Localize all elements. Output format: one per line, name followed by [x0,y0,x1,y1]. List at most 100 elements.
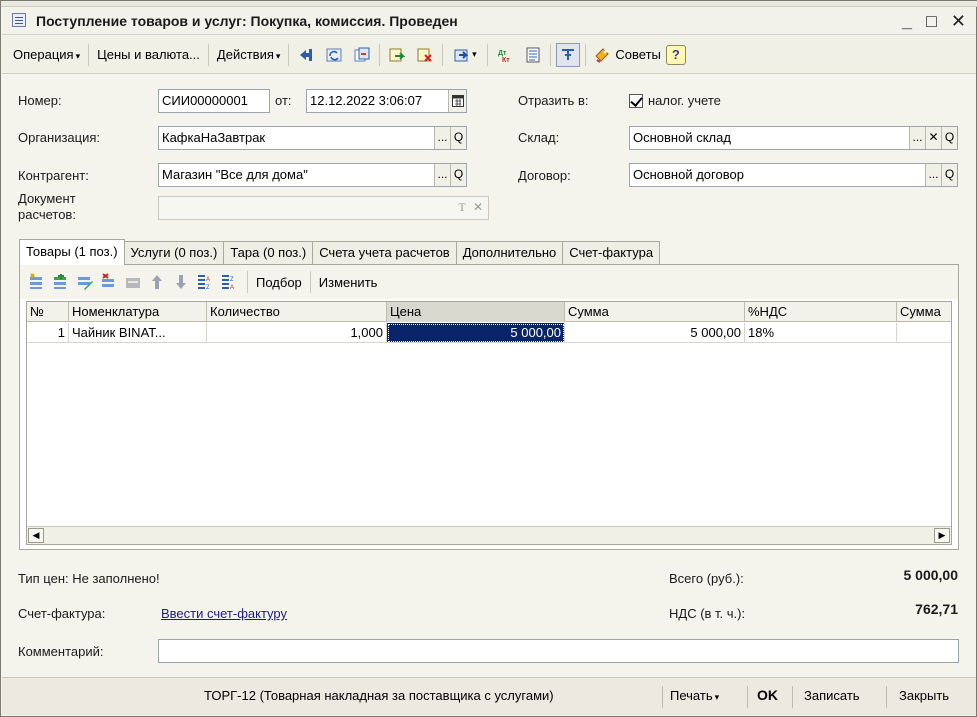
horizontal-scrollbar[interactable]: ◀ ▶ [27,526,951,544]
svg-text:Z: Z [206,285,210,291]
toolbar-separator [88,43,90,66]
calendar-button[interactable] [448,90,466,112]
cell-number[interactable]: 1 [27,323,69,343]
search-icon[interactable]: Q [941,127,957,149]
search-icon[interactable]: Q [941,164,957,186]
move-down-icon[interactable] [172,273,190,291]
help-button[interactable]: ? [665,44,686,65]
cell-quantity[interactable]: 1,000 [207,323,387,343]
toolbar-separator [288,43,290,66]
goods-table: № Номенклатура Количество Цена Сумма %НД… [26,301,952,545]
tab-5[interactable]: Счет-фактура [562,241,661,265]
unpost-document-button[interactable] [413,43,437,67]
cell-vat-rate[interactable]: 18% [745,323,897,343]
scroll-left-icon[interactable]: ◀ [28,528,44,543]
enter-invoice-link[interactable]: Ввести счет-фактуру [161,606,287,621]
organization-select-button[interactable]: ... [434,127,450,149]
comment-label: Комментарий: [18,644,104,659]
ok-button[interactable]: OK [757,687,778,703]
organization-field[interactable]: КафкаНаЗавтрак ... Q [158,126,467,150]
number-field[interactable]: СИИ00000001 [158,89,270,113]
minimize-button[interactable]: _ [902,9,912,33]
organization-value: КафкаНаЗавтрак [162,130,266,145]
warehouse-select-button[interactable]: ... [909,127,925,149]
cell-price[interactable]: 5 000,00 [387,323,565,343]
search-icon[interactable]: Q [450,164,466,186]
cell-item[interactable]: Чайник BINAT... [69,323,207,343]
close-form-button[interactable]: Закрыть [899,688,949,703]
date-field[interactable]: 12.12.2022 3:06:07 [306,89,467,113]
date-label: от: [275,93,292,108]
copy-document-button[interactable] [350,43,374,67]
torg12-print-button[interactable]: ТОРГ-12 (Товарная накладная за поставщик… [204,688,554,703]
counterparty-label: Контрагент: [18,168,89,183]
move-up-icon[interactable] [148,273,166,291]
tax-accounting-checkbox[interactable] [629,94,643,108]
show-postings-button[interactable]: Дт Кт [493,43,517,67]
structure-button[interactable] [521,43,545,67]
column-header-item[interactable]: Номенклатура [69,302,207,322]
close-button[interactable]: ✕ [951,9,966,33]
operation-menu-button[interactable]: Операция ▾ [8,42,85,68]
table-toolbar: AZ ZA Подбор Изменить [20,265,958,299]
svg-text:Дт: Дт [498,50,507,57]
clear-icon[interactable]: ✕ [470,197,486,219]
counterparty-field[interactable]: Магазин "Все для дома" ... Q [158,163,467,187]
enter-on-basis-button[interactable] [294,43,318,67]
counterparty-select-button[interactable]: ... [434,164,450,186]
column-header-vat-rate[interactable]: %НДС [745,302,897,322]
toolbar-separator [309,271,311,293]
comment-field[interactable] [158,639,959,663]
type-icon[interactable]: T [454,197,470,219]
change-button[interactable]: Изменить [314,275,383,290]
clear-icon[interactable]: ✕ [925,127,941,149]
subordinate-button[interactable] [556,42,581,67]
search-icon[interactable]: Q [450,127,466,149]
warehouse-field[interactable]: Основной склад ... ✕ Q [629,126,958,150]
edit-row-icon[interactable] [76,273,94,291]
scroll-right-icon[interactable]: ▶ [934,528,950,543]
vat-label: НДС (в т. ч.): [669,606,746,621]
tab-2[interactable]: Тара (0 поз.) [223,241,314,265]
tips-button[interactable]: Советы [589,42,665,68]
bottom-bar: ТОРГ-12 (Товарная накладная за поставщик… [2,677,976,715]
maximize-button[interactable]: □ [926,9,937,33]
toolbar-separator [442,43,444,66]
sort-descending-icon[interactable]: ZA [220,273,238,291]
actions-menu-button[interactable]: Действия ▾ [212,42,286,68]
column-header-quantity[interactable]: Количество [207,302,387,322]
tab-3[interactable]: Счета учета расчетов [312,241,457,265]
refresh-button[interactable] [322,43,346,67]
settlement-doc-field[interactable]: T ✕ [158,196,489,220]
tab-4[interactable]: Дополнительно [455,241,564,265]
table-header: № Номенклатура Количество Цена Сумма %НД… [27,302,951,322]
contract-field[interactable]: Основной договор ... Q [629,163,958,187]
pick-button[interactable]: Подбор [251,275,307,290]
column-header-vat-sum[interactable]: Сумма [897,302,951,322]
delete-row-icon[interactable] [100,273,118,291]
debit-credit-icon: ДтКт [498,50,510,63]
print-menu-button[interactable]: Печать ▾ [670,688,719,703]
cell-sum[interactable]: 5 000,00 [565,323,745,343]
add-row-icon[interactable] [28,273,46,291]
svg-text:Z: Z [230,277,234,283]
column-header-price[interactable]: Цена [387,302,565,322]
toolbar-separator [247,271,248,293]
column-header-number[interactable]: № [27,302,69,322]
tab-0[interactable]: Товары (1 поз.) [19,239,125,265]
contract-select-button[interactable]: ... [925,164,941,186]
sort-ascending-icon[interactable]: AZ [196,273,214,291]
svg-text:A: A [230,285,234,291]
cell-vat-sum[interactable] [897,323,951,343]
tab-1[interactable]: Услуги (0 поз.) [123,241,225,265]
save-button[interactable]: Записать [804,688,860,703]
prices-currency-button[interactable]: Цены и валюта... [92,42,205,68]
go-to-button[interactable]: ▾ [448,43,482,67]
date-value: 12.12.2022 3:06:07 [310,93,423,108]
table-row[interactable]: 1 Чайник BINAT... 1,000 5 000,00 5 000,0… [27,323,951,343]
post-icon [389,48,406,61]
chevron-down-icon: ▾ [275,50,281,61]
post-document-button[interactable] [385,43,409,67]
column-header-sum[interactable]: Сумма [565,302,745,322]
copy-row-icon[interactable] [52,273,70,291]
